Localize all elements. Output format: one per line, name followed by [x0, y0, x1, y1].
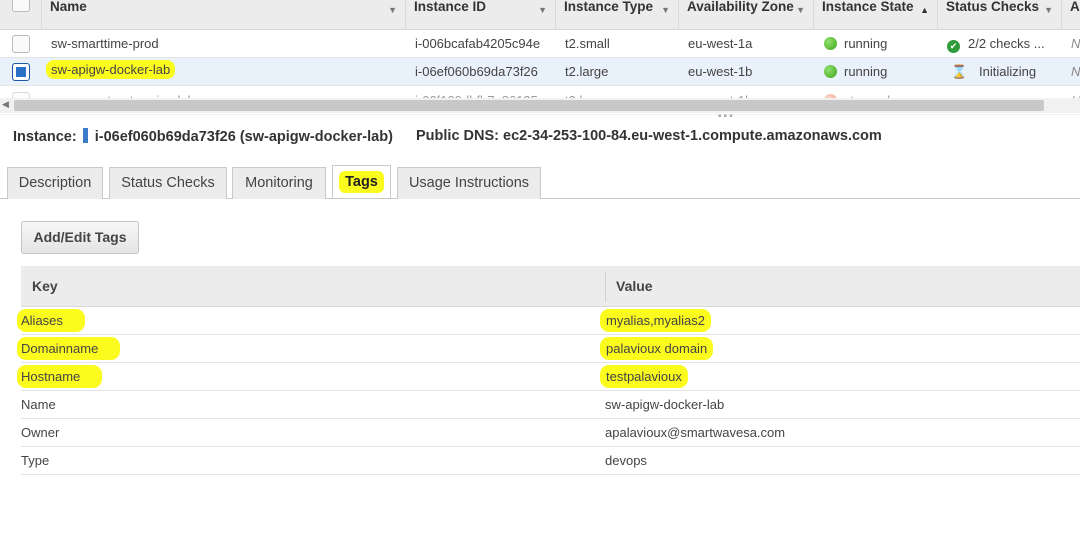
tag-value-text: testpalavioux [600, 365, 688, 388]
tag-key: Aliases [17, 309, 85, 332]
column-header-availability-zone[interactable]: Availability Zone ▼ [679, 0, 814, 30]
grid-header: Name ▼ Instance ID ▼ Instance Type ▼ Ava… [0, 0, 1080, 30]
sort-ascending-icon: ▲ [920, 5, 929, 15]
tab-description[interactable]: Description [7, 167, 103, 199]
availability-zone: eu-west-1b [688, 64, 753, 79]
status-checks: ✔ 2/2 checks ... [947, 36, 1045, 53]
dns-value: ec2-34-253-100-84.eu-west-1.compute.amaz… [503, 128, 882, 144]
column-divider [605, 272, 606, 302]
key-column-header[interactable]: Key [32, 278, 58, 294]
chevron-down-icon: ▼ [388, 5, 397, 15]
tab-usage-instructions[interactable]: Usage Instructions [397, 167, 541, 199]
instance-state: running [824, 64, 887, 79]
instance-type: t2.small [565, 36, 610, 51]
tag-row: Type devops [21, 447, 1080, 475]
tag-row: Name sw-apigw-docker-lab [21, 391, 1080, 419]
highlighted-name: sw-apigw-docker-lab [46, 60, 176, 79]
select-all-cell [0, 0, 42, 30]
scrollbar-thumb[interactable] [14, 100, 1044, 111]
tag-key: Domainname [17, 337, 121, 360]
extra-cell: N [1071, 64, 1080, 79]
dns-label: Public DNS: [416, 128, 499, 144]
column-header-label: Name [50, 0, 87, 14]
instance-id: i-006bcafab4205c94e [415, 36, 541, 51]
chevron-down-icon: ▼ [538, 5, 547, 15]
instance-id: i-06ef060b69da73f26 [415, 64, 538, 79]
column-header-status-checks[interactable]: Status Checks ▼ [938, 0, 1062, 30]
instance-type: t2.large [565, 64, 609, 79]
details-tabs: Description Status Checks Monitoring Tag… [0, 165, 1080, 199]
tab-monitoring[interactable]: Monitoring [232, 167, 326, 199]
running-status-icon [824, 37, 837, 50]
column-header-label: Instance ID [414, 0, 487, 14]
tags-table-header: Key Value [21, 266, 1080, 307]
tag-row: Hostname testpalavioux [17, 363, 1080, 391]
instances-grid: Name ▼ Instance ID ▼ Instance Type ▼ Ava… [0, 0, 1080, 116]
table-row-selected[interactable]: sw-apigw-docker-lab i-06ef060b69da73f26 … [0, 58, 1080, 86]
select-all-checkbox[interactable] [12, 0, 30, 12]
availability-zone: eu-west-1a [688, 36, 753, 51]
tab-status-checks[interactable]: Status Checks [109, 167, 227, 199]
tag-key: Hostname [17, 365, 103, 388]
tab-tags[interactable]: Tags [332, 165, 391, 198]
chevron-down-icon: ▼ [661, 5, 670, 15]
state-label: running [844, 64, 888, 79]
tag-key: Type [21, 453, 50, 468]
instance-value: i-06ef060b69da73f26 (sw-apigw-docker-lab… [94, 129, 393, 145]
add-edit-tags-button[interactable]: Add/Edit Tags [21, 221, 139, 254]
chevron-down-icon: ▼ [796, 5, 805, 15]
tag-key: Owner [21, 425, 60, 440]
horizontal-scrollbar[interactable]: ◀ [0, 98, 1080, 113]
checks-label: Initializing [979, 64, 1037, 79]
row-checkbox[interactable] [12, 63, 30, 81]
column-header-instance-state[interactable]: Instance State ▲ [814, 0, 938, 30]
chevron-down-icon: ▼ [1044, 5, 1053, 15]
tag-value: apalavioux@smartwavesa.com [605, 425, 786, 440]
column-header-instance-id[interactable]: Instance ID ▼ [406, 0, 556, 30]
instance-name: sw-apigw-docker-lab [46, 60, 176, 79]
tag-key: Name [21, 397, 56, 412]
tag-row: Owner apalavioux@smartwavesa.com [21, 419, 1080, 447]
instance-color-marker [82, 128, 88, 143]
column-header-label: Instance Type [564, 0, 654, 14]
tag-row: Aliases myalias,myalias2 [17, 307, 1080, 335]
public-dns: Public DNS: ec2-34-253-100-84.eu-west-1.… [416, 128, 882, 144]
status-checks: ⌛ Initializing [951, 64, 1036, 80]
column-header-instance-type[interactable]: Instance Type ▼ [556, 0, 679, 30]
column-header-label: Instance State [822, 0, 914, 14]
running-status-icon [824, 65, 837, 78]
tag-value: sw-apigw-docker-lab [605, 397, 725, 412]
extra-cell: N [1071, 36, 1080, 51]
tag-value-text: palavioux domain [600, 337, 714, 360]
instance-name: sw-smarttime-prod [51, 36, 159, 51]
tag-value-text: myalias,myalias2 [600, 309, 711, 332]
instance-summary: Instance: i-06ef060b69da73f26 (sw-apigw-… [13, 128, 393, 145]
tag-value: myalias,myalias2 [600, 309, 711, 332]
value-column-header[interactable]: Value [616, 278, 653, 294]
column-header-label: A [1070, 0, 1080, 14]
tag-value: devops [605, 453, 647, 468]
tag-value: testpalavioux [600, 365, 688, 388]
table-row[interactable]: sw-smarttime-prod i-006bcafab4205c94e t2… [0, 30, 1080, 58]
row-checkbox[interactable] [12, 35, 30, 53]
checks-label: 2/2 checks ... [968, 36, 1045, 51]
state-label: running [844, 36, 888, 51]
instance-label: Instance: [13, 129, 77, 145]
resize-grip-icon[interactable]: ▪▪▪ [718, 112, 735, 122]
instance-state: running [824, 36, 887, 51]
column-header-name[interactable]: Name ▼ [42, 0, 406, 30]
check-icon: ✔ [947, 40, 960, 53]
tag-row: Domainname palavioux domain [17, 335, 1080, 363]
scroll-left-icon[interactable]: ◀ [2, 99, 9, 110]
tag-key-text: Aliases [17, 309, 85, 332]
tab-tags-label: Tags [339, 171, 384, 193]
tag-value: palavioux domain [600, 337, 714, 360]
tag-key-text: Domainname [17, 337, 121, 360]
column-header-extra[interactable]: A [1062, 0, 1080, 30]
hourglass-icon: ⌛ [951, 64, 968, 79]
column-header-label: Availability Zone [687, 0, 794, 14]
tag-key-text: Hostname [17, 365, 103, 388]
column-header-label: Status Checks [946, 0, 1040, 14]
